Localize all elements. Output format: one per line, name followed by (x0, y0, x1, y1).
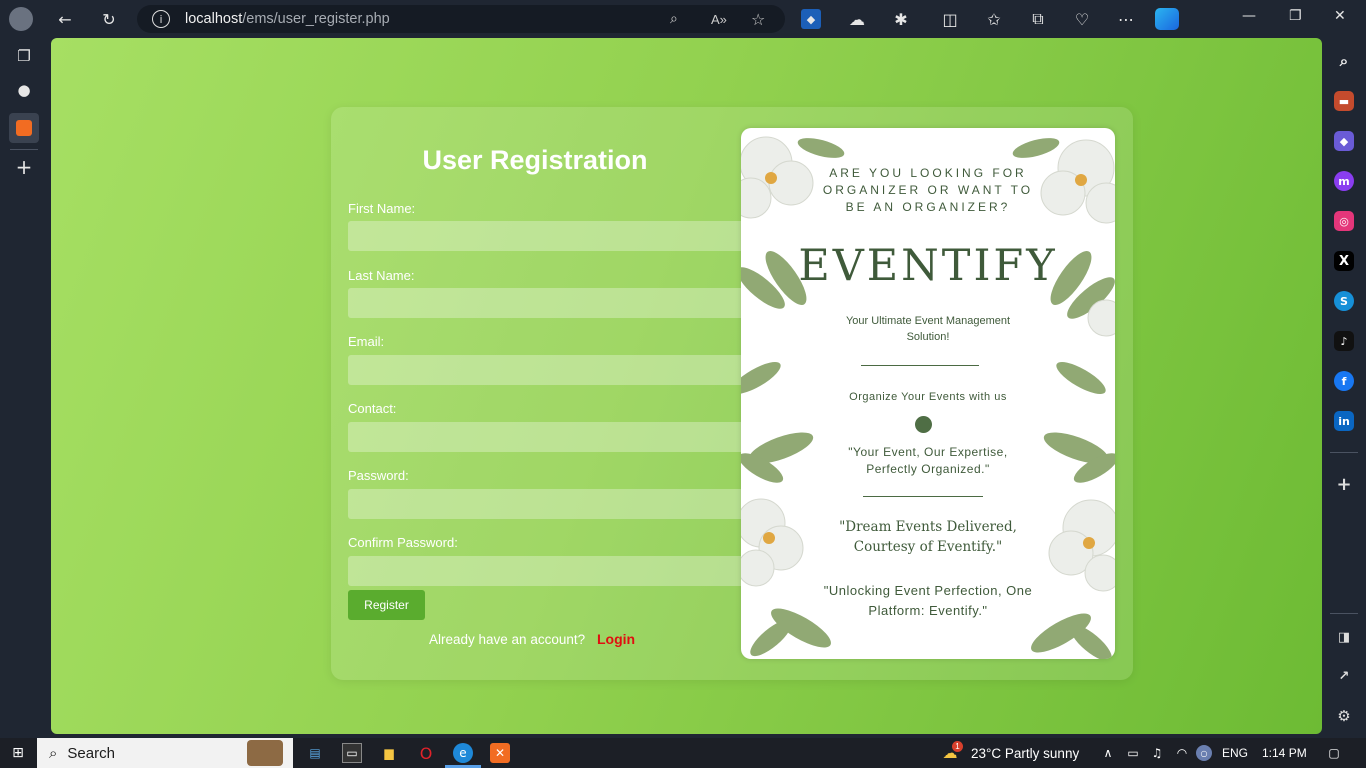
copilot-sidebar-icon[interactable]: ◆ (1334, 131, 1354, 151)
url-path: /ems/user_register.php (242, 11, 390, 27)
settings-gear-icon[interactable]: ⚙ (1334, 706, 1354, 726)
login-link[interactable]: Login (597, 631, 635, 647)
extension-icon[interactable]: ◆ (801, 9, 821, 29)
confirm-password-label: Confirm Password: (348, 535, 458, 550)
network-icon[interactable]: ○ (1196, 745, 1212, 761)
poster-quote-2: "Dream Events Delivered, Courtesy of Eve… (839, 519, 1017, 555)
refresh-icon[interactable]: ↻ (96, 7, 122, 31)
minimize-icon[interactable]: — (1242, 8, 1256, 24)
collections-icon[interactable]: ⧉ (1025, 7, 1051, 31)
email-label: Email: (348, 334, 385, 349)
cloud-extension-icon[interactable]: ☁ (844, 7, 870, 31)
tiktok-icon[interactable]: ♪ (1334, 331, 1354, 351)
password-label: Password: (348, 468, 409, 483)
xampp-tab-icon[interactable] (9, 113, 39, 143)
poster-divider-1 (861, 365, 979, 366)
terminal-icon[interactable]: ▭ (342, 743, 362, 763)
first-name-label: First Name: (348, 201, 416, 216)
health-icon[interactable]: ♡ (1069, 7, 1095, 31)
contact-input[interactable] (348, 422, 748, 452)
confirm-password-input[interactable] (348, 556, 748, 586)
poster-brand: EVENTIFY (798, 241, 1058, 291)
poster-tagline: Your Ultimate Event Management Solution! (845, 315, 1011, 343)
poster-organize: Organize Your Events with us (849, 391, 1007, 403)
search-highlight-icon (247, 740, 283, 766)
notification-icon[interactable]: ▢ (1324, 743, 1344, 763)
edge-icon[interactable]: e (453, 743, 473, 763)
tools-icon[interactable]: ▬ (1334, 91, 1354, 111)
skype-icon[interactable]: S (1334, 291, 1354, 311)
search-icon[interactable]: ⌕ (1334, 51, 1354, 71)
chevron-up-icon[interactable]: ∧ (1098, 743, 1118, 763)
weather-text[interactable]: 23°C Partly sunny (971, 746, 1079, 761)
email-input[interactable] (348, 355, 748, 385)
read-aloud-icon[interactable]: A» (711, 12, 727, 27)
clock-time[interactable]: 1:14 PM (1262, 746, 1307, 760)
edge-sidebar: ⌕ ▬ ◆ m ◎ X S ♪ f in + ◨ ↗ ⚙ (1322, 38, 1366, 736)
first-name-input[interactable] (348, 221, 748, 251)
sidebar-divider (1330, 452, 1358, 453)
xampp-icon[interactable]: ✕ (490, 743, 510, 763)
browser-toolbar: ← ↻ i localhost/ems/user_register.php ⌕ … (0, 0, 1366, 38)
poster-quote-3: "Unlocking Event Perfection, One Platfor… (823, 583, 1033, 618)
github-tab-icon[interactable]: ● (12, 78, 36, 102)
instagram-icon[interactable]: ◎ (1334, 211, 1354, 231)
battery-icon[interactable]: ▭ (1123, 743, 1143, 763)
sidebar-toggle-icon[interactable]: ◨ (1334, 627, 1354, 647)
poster-dot (915, 416, 932, 433)
registration-card: User Registration First Name: Last Name:… (331, 107, 1133, 680)
linkedin-icon[interactable]: in (1334, 411, 1354, 431)
split-screen-icon[interactable]: ◫ (937, 7, 963, 31)
back-icon[interactable]: ← (52, 7, 78, 31)
file-explorer-icon[interactable]: ▆ (379, 743, 399, 763)
poster-question: ARE YOU LOOKING FOR ORGANIZER OR WANT TO… (822, 166, 1034, 214)
facebook-icon[interactable]: f (1334, 371, 1354, 391)
new-tab-icon[interactable]: + (12, 155, 36, 179)
volume-icon[interactable]: ♫ (1147, 743, 1167, 763)
address-bar[interactable]: i localhost/ems/user_register.php ⌕ A» ☆ (137, 5, 785, 33)
windows-start-icon[interactable]: ⊞ (8, 743, 28, 763)
opera-icon[interactable]: O (416, 743, 436, 763)
favorite-star-icon[interactable]: ☆ (751, 10, 765, 29)
puzzle-icon[interactable]: ✱ (888, 7, 914, 31)
x-twitter-icon[interactable]: X (1334, 251, 1354, 271)
language-indicator[interactable]: ENG (1222, 746, 1248, 760)
contact-label: Contact: (348, 401, 397, 416)
last-name-input[interactable] (348, 288, 748, 318)
app-icon-1[interactable]: ▤ (305, 743, 325, 763)
poster-divider-2 (863, 496, 983, 497)
favorites-icon[interactable]: ✩ (981, 7, 1007, 31)
site-info-icon[interactable]: i (152, 10, 170, 28)
zoom-icon[interactable]: ⌕ (670, 11, 678, 27)
last-name-label: Last Name: (348, 268, 415, 283)
sidebar-divider (1330, 613, 1358, 614)
open-external-icon[interactable]: ↗ (1334, 666, 1354, 686)
taskbar-search-label: Search (67, 744, 115, 762)
messenger-icon[interactable]: m (1334, 171, 1354, 191)
eventify-poster: ARE YOU LOOKING FOR ORGANIZER OR WANT TO… (741, 128, 1115, 659)
already-account-text: Already have an account? (429, 632, 586, 647)
register-button[interactable]: Register (348, 590, 425, 620)
more-icon[interactable]: ⋯ (1113, 7, 1139, 31)
profile-avatar[interactable] (9, 7, 33, 31)
close-icon[interactable]: ✕ (1334, 8, 1346, 24)
copilot-icon[interactable] (1155, 8, 1179, 30)
restore-icon[interactable]: ❐ (1289, 8, 1302, 24)
windows-taskbar: ⊞ ⌕ Search ▤ ▭ ▆ O e ✕ ☁ 1 23°C Partly s… (0, 738, 1366, 768)
sidebar-divider (10, 149, 38, 150)
password-input[interactable] (348, 489, 748, 519)
weather-badge: 1 (952, 741, 963, 752)
page-viewport: User Registration First Name: Last Name:… (51, 38, 1322, 734)
add-sidebar-icon[interactable]: + (1334, 474, 1354, 495)
poster-quote-1: "Your Event, Our Expertise, Perfectly Or… (848, 445, 1008, 476)
tab-actions-icon[interactable]: ❐ (12, 44, 36, 68)
url-host: localhost (185, 11, 243, 27)
vertical-tabs-sidebar: ❐ ● + (0, 38, 48, 736)
search-icon: ⌕ (49, 744, 58, 762)
taskbar-search[interactable]: ⌕ Search (37, 738, 293, 768)
page-title: User Registration (422, 145, 648, 175)
wifi-icon[interactable]: ◠ (1172, 743, 1192, 763)
